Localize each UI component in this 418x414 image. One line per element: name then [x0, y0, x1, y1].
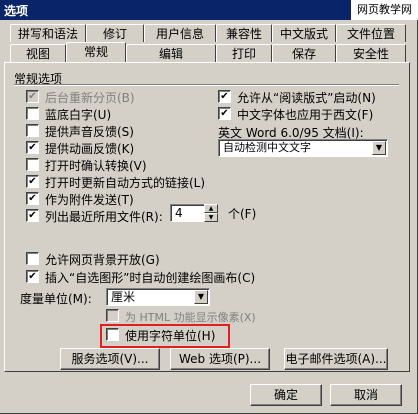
- option-confirm-conversion[interactable]: 打开时确认转换(V): [26, 158, 147, 174]
- ok-button[interactable]: 确定: [250, 384, 322, 406]
- checkbox[interactable]: [26, 270, 39, 283]
- tab-label: 安全性: [352, 47, 389, 61]
- option-label: 提供声音反馈(S): [45, 125, 134, 139]
- recent-files-unit: 个(F): [228, 207, 257, 221]
- option-blue-background[interactable]: 蓝底白字(U): [26, 107, 111, 123]
- watermark-text: 网页教学网: [357, 3, 412, 16]
- field-value: 4: [175, 206, 183, 220]
- checkbox[interactable]: [26, 107, 39, 120]
- web-options-button[interactable]: Web 选项(P)...: [170, 348, 270, 370]
- highlight-box: [100, 324, 230, 348]
- option-html-pixels[interactable]: 为 HTML 功能显示像素(X): [106, 309, 256, 325]
- checkbox[interactable]: [26, 158, 39, 171]
- option-label: 提供动画反馈(K): [45, 142, 135, 156]
- tab-security[interactable]: 安全性: [336, 44, 406, 62]
- options-dialog: 选项 网页教学网 拼写和语法 修订 用户信息 兼容性 中文版式 文件位置 视图 …: [0, 0, 418, 414]
- option-label: 蓝底白字(U): [45, 108, 112, 122]
- option-reading-layout[interactable]: 允许从“阅读版式”启动(N): [218, 90, 376, 106]
- option-label: 打开时确认转换(V): [45, 159, 147, 173]
- checkbox[interactable]: [218, 107, 231, 120]
- tab-label: 修订: [102, 27, 127, 41]
- option-label: 允许从“阅读版式”启动(N): [237, 91, 376, 105]
- dialog-title: 选项: [4, 4, 29, 18]
- checkbox[interactable]: [26, 209, 39, 222]
- option-sound-feedback[interactable]: 提供声音反馈(S): [26, 124, 134, 140]
- button-label: 电子邮件选项(A)...: [285, 352, 387, 366]
- button-label: 取消: [353, 388, 378, 402]
- checkbox[interactable]: [26, 175, 39, 188]
- button-label: Web 选项(P)...: [178, 352, 262, 366]
- tab-label: 常规: [83, 45, 108, 59]
- tab-label: 拼写和语法: [17, 27, 78, 41]
- option-recent-files[interactable]: 列出最近所用文件(R):: [26, 209, 163, 225]
- tab-revisions[interactable]: 修订: [86, 24, 144, 42]
- tab-label: 中文版式: [279, 27, 328, 41]
- option-label: 插入“自选图形”时自动创建绘图画布(C): [45, 271, 256, 285]
- tab-label: 保存: [291, 47, 316, 61]
- tab-label: 文件位置: [346, 27, 395, 41]
- checkbox[interactable]: [26, 90, 39, 103]
- option-animation-feedback[interactable]: 提供动画反馈(K): [26, 141, 134, 157]
- tab-user-info[interactable]: 用户信息: [144, 24, 216, 42]
- chevron-down-icon[interactable]: ▼: [194, 290, 208, 304]
- option-label: 后台重新分页(B): [45, 91, 135, 105]
- checkbox[interactable]: [106, 309, 119, 322]
- service-options-button[interactable]: 服务选项(V)...: [60, 348, 160, 370]
- option-update-links[interactable]: 打开时更新自动方式的链接(L): [26, 175, 205, 191]
- spin-down-icon[interactable]: ▼: [204, 213, 218, 222]
- option-chinese-font-western[interactable]: 中文字体也应用于西文(F): [218, 107, 373, 123]
- checkbox[interactable]: [26, 124, 39, 137]
- checkbox[interactable]: [26, 192, 39, 205]
- option-label: 作为附件发送(T): [45, 193, 134, 207]
- measure-unit-label: 度量单位(M):: [20, 292, 92, 306]
- option-label: 列出最近所用文件(R):: [45, 210, 163, 224]
- tab-chinese-layout[interactable]: 中文版式: [272, 24, 336, 42]
- title-bar: 选项 网页教学网: [0, 0, 418, 20]
- option-label: 为 HTML 功能显示像素(X): [125, 311, 256, 324]
- tab-label: 视图: [25, 47, 50, 61]
- spin-up-icon[interactable]: ▲: [204, 204, 218, 213]
- option-send-as-attachment[interactable]: 作为附件发送(T): [26, 192, 134, 208]
- tab-general[interactable]: 常规: [66, 42, 126, 63]
- word-docs-select[interactable]: 自动检测中文文字 ▼: [218, 139, 388, 157]
- option-drawing-canvas[interactable]: 插入“自选图形”时自动创建绘图画布(C): [26, 270, 255, 286]
- watermark: 网页教学网: [351, 0, 418, 20]
- button-label: 服务选项(V)...: [71, 352, 149, 366]
- button-label: 确定: [273, 388, 298, 402]
- tab-save[interactable]: 保存: [272, 44, 336, 62]
- tab-view[interactable]: 视图: [10, 44, 66, 62]
- select-value: 自动检测中文文字: [223, 141, 311, 154]
- tab-spelling[interactable]: 拼写和语法: [10, 24, 86, 42]
- tab-print[interactable]: 打印: [216, 44, 272, 62]
- recent-files-spinner[interactable]: ▲ ▼: [204, 204, 218, 222]
- measure-unit-select[interactable]: 厘米 ▼: [106, 288, 210, 306]
- option-label: 打开时更新自动方式的链接(L): [45, 176, 206, 190]
- group-divider: [14, 84, 399, 86]
- select-value: 厘米: [111, 290, 136, 304]
- option-background-repagination[interactable]: 后台重新分页(B): [26, 90, 135, 106]
- checkbox[interactable]: [26, 252, 39, 265]
- option-label: 中文字体也应用于西文(F): [237, 108, 374, 122]
- email-options-button[interactable]: 电子邮件选项(A)...: [284, 348, 388, 370]
- cancel-button[interactable]: 取消: [330, 384, 402, 406]
- recent-files-count-input[interactable]: 4: [170, 204, 206, 222]
- option-label: 允许网页背景开放(G): [45, 253, 160, 267]
- tab-label: 打印: [231, 47, 256, 61]
- chevron-down-icon[interactable]: ▼: [372, 141, 386, 155]
- tab-edit[interactable]: 编辑: [126, 44, 216, 62]
- tab-label: 兼容性: [225, 27, 262, 41]
- option-web-background[interactable]: 允许网页背景开放(G): [26, 252, 160, 268]
- checkbox[interactable]: [218, 90, 231, 103]
- checkbox[interactable]: [26, 141, 39, 154]
- tab-compatibility[interactable]: 兼容性: [216, 24, 272, 42]
- tab-label: 编辑: [158, 47, 183, 61]
- tab-label: 用户信息: [155, 27, 204, 41]
- tab-file-locations[interactable]: 文件位置: [336, 24, 406, 42]
